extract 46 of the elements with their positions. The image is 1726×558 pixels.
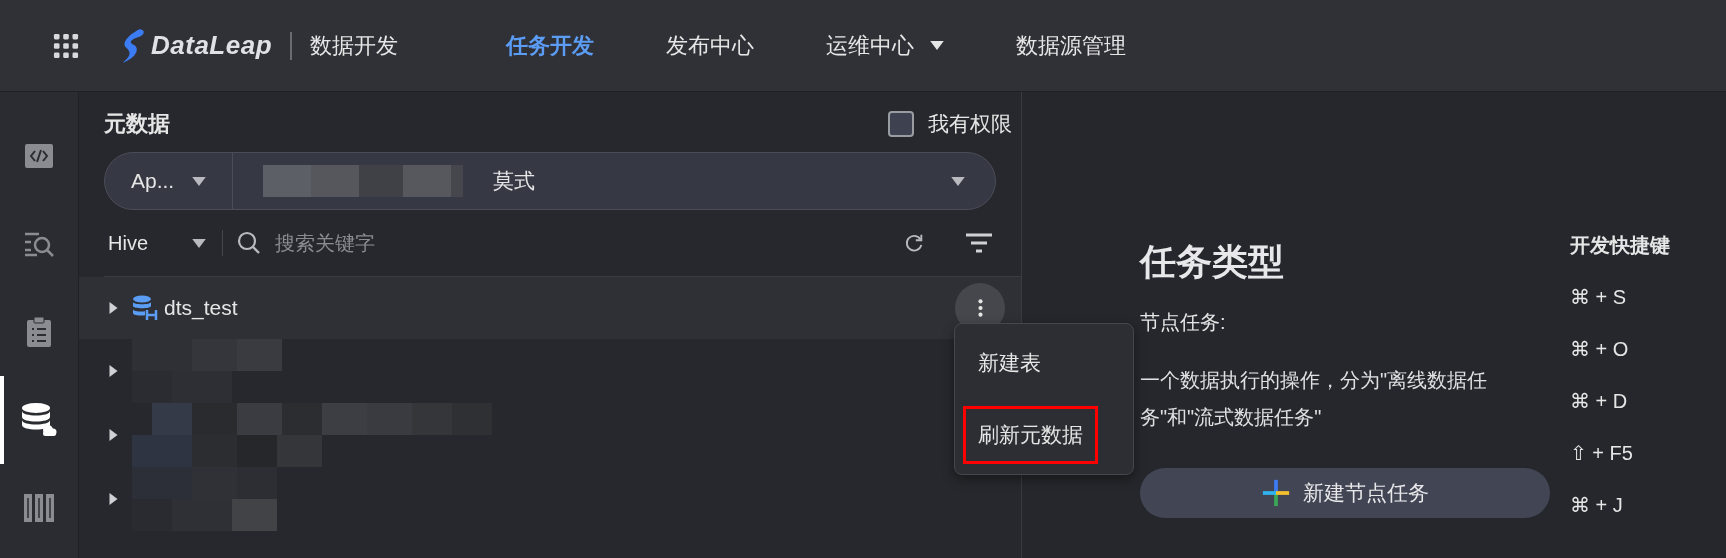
shortcut-text: ⌘ + O <box>1570 337 1630 362</box>
caret-icon <box>951 176 965 186</box>
code-icon[interactable] <box>25 144 53 168</box>
nav-tab[interactable]: 发布中心 <box>630 20 791 71</box>
caret-icon <box>192 176 207 186</box>
nav-tab[interactable]: 运维中心 <box>790 20 981 71</box>
shortcut-text: ⇧ + F5 <box>1570 441 1634 466</box>
brand-name: DataLeap <box>151 30 273 61</box>
search-icon <box>237 231 261 255</box>
search-list-icon[interactable] <box>23 231 55 257</box>
database-cloud-icon[interactable] <box>21 403 57 437</box>
search-field[interactable]: 搜索关键字 <box>273 230 891 256</box>
nav-tab[interactable]: 数据源管理 <box>980 20 1163 71</box>
section-subtitle: 节点任务: <box>1140 310 1227 335</box>
shortcuts-title: 开发快捷键 <box>1570 233 1670 258</box>
schema-value: 莫式 <box>493 168 536 194</box>
clipboard-icon[interactable] <box>26 316 52 348</box>
expand-caret-icon[interactable] <box>109 302 118 314</box>
caret-icon <box>192 238 206 248</box>
more-dots-icon <box>977 298 983 318</box>
filter-icon[interactable] <box>965 233 993 253</box>
panel-title: 元数据 <box>104 110 170 138</box>
database-icon <box>132 295 158 321</box>
nav-tab[interactable]: 任务开发 <box>470 20 631 71</box>
expand-caret-icon[interactable] <box>109 429 118 441</box>
shortcut-text: ⌘ + J <box>1570 493 1624 518</box>
database-name: dts_test <box>164 296 238 320</box>
shortcut-text: ⌘ + D <box>1570 389 1629 414</box>
checkbox-label: 我有权限 <box>928 111 1012 137</box>
project-value: Ap... <box>131 169 175 193</box>
project-schema-select[interactable]: Ap... 莫式 <box>104 152 996 210</box>
tree-row[interactable]: dts_test <box>79 277 1021 339</box>
books-icon[interactable] <box>23 493 55 523</box>
module-title: 数据开发 <box>310 31 399 60</box>
new-node-task-button[interactable]: 新建节点任务 <box>1140 468 1550 518</box>
shortcut-text: ⌘ + S <box>1570 285 1628 310</box>
expand-caret-icon[interactable] <box>109 493 118 505</box>
description-text: 一个数据执行的操作，分为"离线数据任务"和"流式数据任务" <box>1140 368 1489 430</box>
refresh-icon[interactable] <box>903 232 925 254</box>
source-dropdown[interactable]: Hive <box>104 231 210 255</box>
app-grid-icon[interactable] <box>53 32 79 59</box>
plus-icon <box>1261 478 1291 508</box>
section-title: 任务类型 <box>1140 240 1285 284</box>
expand-caret-icon[interactable] <box>109 365 118 377</box>
permission-checkbox[interactable] <box>888 111 914 137</box>
menu-item[interactable]: 刷新元数据 <box>963 406 1098 464</box>
